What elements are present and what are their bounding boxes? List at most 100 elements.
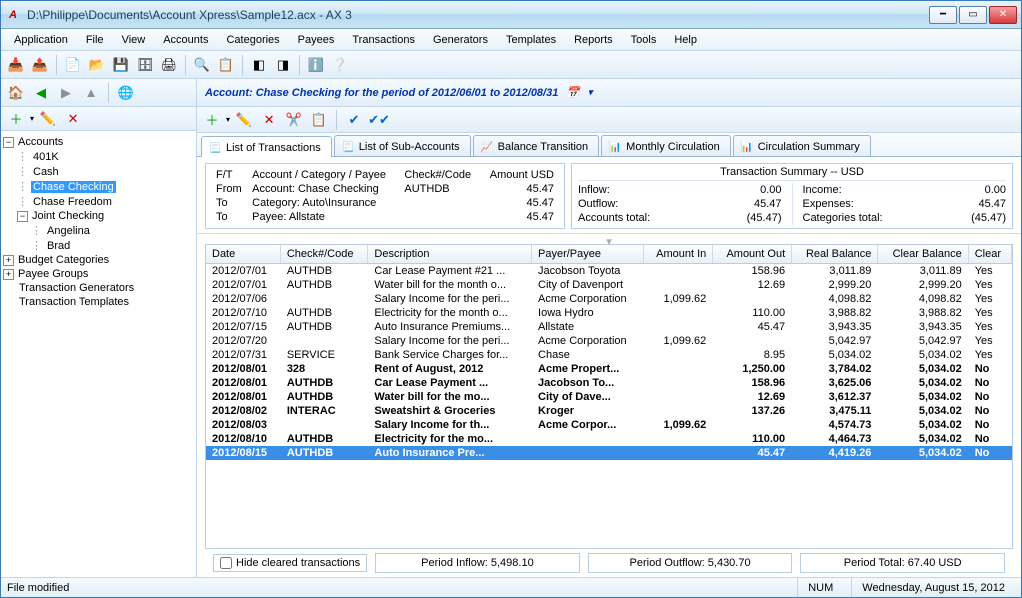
tree-item-chase-checking[interactable]: Chase Checking xyxy=(31,181,116,193)
tree-item-budget[interactable]: Budget Categories xyxy=(16,254,111,266)
table-row[interactable]: 2012/07/06Salary Income for the peri...A… xyxy=(206,292,1012,306)
table-row[interactable]: 2012/08/15AUTHDBAuto Insurance Pre...45.… xyxy=(206,446,1012,460)
table-row[interactable]: 2012/07/01AUTHDBCar Lease Payment #21 ..… xyxy=(206,264,1012,279)
accounts-tree[interactable]: −Accounts ⋮401K ⋮Cash ⋮Chase Checking ⋮C… xyxy=(1,131,196,577)
check-all-icon[interactable]: ✔✔ xyxy=(368,109,390,131)
grid-col-4[interactable]: Amount In xyxy=(643,245,712,264)
collapse-icon[interactable]: − xyxy=(3,137,14,148)
tree-item-401k[interactable]: 401K xyxy=(31,151,61,163)
table-row[interactable]: 2012/08/01328Rent of August, 2012Acme Pr… xyxy=(206,362,1012,376)
tree-item-angelina[interactable]: Angelina xyxy=(45,225,92,237)
tab-subaccounts[interactable]: 📃List of Sub-Accounts xyxy=(334,135,471,156)
tree-item-cash[interactable]: Cash xyxy=(31,166,61,178)
table-row[interactable]: 2012/07/31SERVICEBank Service Charges fo… xyxy=(206,348,1012,362)
add-transaction-icon[interactable]: ＋ xyxy=(201,109,223,131)
menu-transactions[interactable]: Transactions xyxy=(343,31,424,49)
menu-categories[interactable]: Categories xyxy=(217,31,288,49)
forward-icon[interactable]: ▶ xyxy=(55,82,77,104)
tab-monthly[interactable]: 📊Monthly Circulation xyxy=(601,135,731,156)
status-date: Wednesday, August 15, 2012 xyxy=(851,578,1015,597)
table-row[interactable]: 2012/08/03Salary Income for th...Acme Co… xyxy=(206,418,1012,432)
menu-payees[interactable]: Payees xyxy=(289,31,344,49)
menu-tools[interactable]: Tools xyxy=(622,31,666,49)
transactions-grid[interactable]: DateCheck#/CodeDescriptionPayer/PayeeAmo… xyxy=(205,244,1013,549)
dropdown-icon[interactable]: ▾ xyxy=(588,87,593,98)
tree-item-chase-freedom[interactable]: Chase Freedom xyxy=(31,196,114,208)
grid-col-2[interactable]: Description xyxy=(368,245,532,264)
menu-view[interactable]: View xyxy=(113,31,155,49)
calendar-icon[interactable]: 📅 xyxy=(566,86,580,99)
add-icon[interactable]: ＋ xyxy=(5,108,27,130)
tree-root[interactable]: Accounts xyxy=(16,136,65,148)
panel-right-icon[interactable]: ◨ xyxy=(272,54,294,76)
grid-col-7[interactable]: Clear Balance xyxy=(878,245,968,264)
open-file-icon[interactable]: 📂 xyxy=(86,54,108,76)
hide-cleared-checkbox[interactable]: Hide cleared transactions xyxy=(213,554,367,572)
search-icon[interactable]: 🔍 xyxy=(191,54,213,76)
menu-application[interactable]: Application xyxy=(5,31,77,49)
grid-col-0[interactable]: Date xyxy=(206,245,280,264)
back-icon[interactable]: ◀ xyxy=(30,82,52,104)
up-icon[interactable]: ▲ xyxy=(80,82,102,104)
maximize-button[interactable]: ▭ xyxy=(959,6,987,24)
period-outflow: Period Outflow: 5,430.70 xyxy=(588,553,793,573)
export-icon[interactable]: 📤 xyxy=(29,54,51,76)
grid-col-3[interactable]: Payer/Payee xyxy=(532,245,644,264)
grid-col-5[interactable]: Amount Out xyxy=(713,245,792,264)
table-row[interactable]: 2012/08/01AUTHDBWater bill for the mo...… xyxy=(206,390,1012,404)
table-row[interactable]: 2012/08/10AUTHDBElectricity for the mo..… xyxy=(206,432,1012,446)
panel-left-icon[interactable]: ◧ xyxy=(248,54,270,76)
tab-circulation[interactable]: 📊Circulation Summary xyxy=(733,135,871,156)
menu-templates[interactable]: Templates xyxy=(497,31,565,49)
grid-col-1[interactable]: Check#/Code xyxy=(280,245,368,264)
grid-col-6[interactable]: Real Balance xyxy=(792,245,878,264)
table-row[interactable]: 2012/07/15AUTHDBAuto Insurance Premiums.… xyxy=(206,320,1012,334)
new-file-icon[interactable]: 📄 xyxy=(62,54,84,76)
check-icon[interactable]: ✔ xyxy=(343,109,365,131)
table-row[interactable]: 2012/07/01AUTHDBWater bill for the month… xyxy=(206,278,1012,292)
tree-item-templates[interactable]: Transaction Templates xyxy=(17,296,131,308)
dropdown-icon[interactable]: ▾ xyxy=(30,114,34,123)
menubar: Application File View Accounts Categorie… xyxy=(1,29,1021,51)
cut-icon[interactable]: ✂️ xyxy=(283,109,305,131)
menu-reports[interactable]: Reports xyxy=(565,31,622,49)
dropdown-icon[interactable]: ▾ xyxy=(226,115,230,124)
notes-icon[interactable]: 📋 xyxy=(215,54,237,76)
table-row[interactable]: 2012/08/02INTERACSweatshirt & GroceriesK… xyxy=(206,404,1012,418)
save-all-icon[interactable]: 🗄 xyxy=(134,54,156,76)
table-row[interactable]: 2012/07/20Salary Income for the peri...A… xyxy=(206,334,1012,348)
minimize-button[interactable]: ━ xyxy=(929,6,957,24)
expand-icon[interactable]: + xyxy=(3,269,14,280)
table-row[interactable]: 2012/07/10AUTHDBElectricity for the mont… xyxy=(206,306,1012,320)
nav-toolbar: 🏠 ◀ ▶ ▲ 🌐 xyxy=(1,79,196,107)
collapse-icon[interactable]: − xyxy=(17,211,28,222)
tree-item-brad[interactable]: Brad xyxy=(45,240,72,252)
home-icon[interactable]: 🏠 xyxy=(5,82,27,104)
menu-accounts[interactable]: Accounts xyxy=(154,31,217,49)
delete-icon[interactable]: ✕ xyxy=(62,108,84,130)
globe-icon[interactable]: 🌐 xyxy=(115,82,137,104)
paste-icon[interactable]: 📋 xyxy=(308,109,330,131)
menu-file[interactable]: File xyxy=(77,31,113,49)
info-icon[interactable]: ℹ️ xyxy=(305,54,327,76)
app-icon: A xyxy=(5,7,21,23)
tree-item-payee-groups[interactable]: Payee Groups xyxy=(16,268,90,280)
menu-generators[interactable]: Generators xyxy=(424,31,497,49)
save-icon[interactable]: 💾 xyxy=(110,54,132,76)
delete-transaction-icon[interactable]: ✕ xyxy=(258,109,280,131)
bar-chart-icon: 📊 xyxy=(608,140,622,154)
tree-item-joint[interactable]: Joint Checking xyxy=(30,210,106,222)
help-icon[interactable]: ❔ xyxy=(329,54,351,76)
close-button[interactable]: ✕ xyxy=(989,6,1017,24)
tab-balance[interactable]: 📈Balance Transition xyxy=(473,135,600,156)
tree-item-generators[interactable]: Transaction Generators xyxy=(17,282,136,294)
menu-help[interactable]: Help xyxy=(665,31,706,49)
expand-icon[interactable]: + xyxy=(3,255,14,266)
edit-transaction-icon[interactable]: ✏️ xyxy=(233,109,255,131)
import-icon[interactable]: 📥 xyxy=(5,54,27,76)
table-row[interactable]: 2012/08/01AUTHDBCar Lease Payment ...Jac… xyxy=(206,376,1012,390)
edit-icon[interactable]: ✏️ xyxy=(37,108,59,130)
print-icon[interactable]: 🖨 xyxy=(158,54,180,76)
tab-transactions[interactable]: 📃List of Transactions xyxy=(201,136,332,157)
grid-col-8[interactable]: Clear xyxy=(968,245,1011,264)
